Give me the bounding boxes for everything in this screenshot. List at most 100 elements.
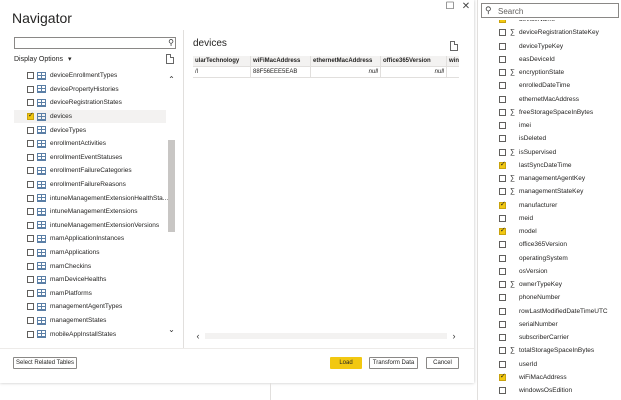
checkbox[interactable] xyxy=(499,267,506,275)
checkbox[interactable] xyxy=(27,303,34,311)
scroll-up-icon[interactable]: ⌃ xyxy=(167,75,176,84)
checkbox[interactable] xyxy=(499,175,506,183)
fields-search-input[interactable]: ⚲ Search xyxy=(481,3,619,18)
checkbox[interactable] xyxy=(27,72,34,80)
checkbox[interactable] xyxy=(499,82,506,90)
checkbox[interactable] xyxy=(27,289,34,297)
cancel-button[interactable]: Cancel xyxy=(426,357,459,369)
close-icon[interactable]: ✕ xyxy=(459,1,473,13)
checkbox[interactable] xyxy=(27,221,34,229)
tree-item[interactable]: intuneManagementExtensionVersions xyxy=(14,219,166,233)
checkbox[interactable] xyxy=(499,254,506,262)
checkbox[interactable] xyxy=(499,122,506,130)
checkbox[interactable] xyxy=(499,320,506,328)
tree-item[interactable]: mamCheckins xyxy=(14,259,166,273)
preview-document-icon[interactable] xyxy=(450,41,458,51)
checkbox[interactable] xyxy=(27,235,34,243)
tree-scrollbar[interactable]: ⌃ ⌄ xyxy=(167,69,176,341)
checkbox[interactable] xyxy=(27,99,34,107)
field-item[interactable]: office365Version xyxy=(478,238,621,251)
checkbox[interactable] xyxy=(499,55,506,63)
field-item[interactable]: phoneNumber xyxy=(478,291,621,304)
field-item[interactable]: manufacturer xyxy=(478,199,621,212)
tree-item[interactable]: enrollmentFailureCategories xyxy=(14,164,166,178)
tree-item[interactable]: mamDeviceHealths xyxy=(14,273,166,287)
checkbox[interactable] xyxy=(499,135,506,143)
tree-item[interactable]: managementStates xyxy=(14,314,166,328)
checkbox[interactable] xyxy=(499,148,506,156)
checkbox[interactable] xyxy=(499,214,506,222)
field-item[interactable]: easDeviceId xyxy=(478,53,621,66)
tree-item[interactable]: deviceTypes xyxy=(14,123,166,137)
field-item[interactable]: ∑ ownerTypeKey xyxy=(478,278,621,291)
preview-hscrollbar[interactable]: ‹ › xyxy=(193,331,459,341)
scroll-down-icon[interactable]: ⌄ xyxy=(167,325,176,334)
checkbox[interactable] xyxy=(27,181,34,189)
field-item[interactable]: osVersion xyxy=(478,265,621,278)
tree-item[interactable]: intuneManagementExtensions xyxy=(14,205,166,219)
tree-item[interactable]: enrollmentFailureReasons xyxy=(14,178,166,192)
tree-item[interactable]: deviceEnrollmentTypes xyxy=(14,69,166,83)
checkbox[interactable] xyxy=(499,69,506,77)
checkbox[interactable] xyxy=(27,111,34,121)
checkbox[interactable] xyxy=(499,200,506,209)
refresh-document-icon[interactable] xyxy=(166,54,174,64)
field-item[interactable]: ∑ encryptionState xyxy=(478,66,621,79)
tree-item[interactable]: mamPlatforms xyxy=(14,287,166,301)
checkbox[interactable] xyxy=(499,160,506,169)
checkbox[interactable] xyxy=(499,294,506,302)
checkbox[interactable] xyxy=(499,226,506,236)
field-item[interactable]: ∑ isSupervised xyxy=(478,146,621,159)
field-item[interactable]: serialNumber xyxy=(478,318,621,331)
checkbox[interactable] xyxy=(499,372,506,381)
checkbox[interactable] xyxy=(499,20,506,24)
scroll-right-icon[interactable]: › xyxy=(449,331,459,341)
checkbox[interactable] xyxy=(27,194,34,202)
field-item[interactable]: operatingSystem xyxy=(478,252,621,265)
field-item[interactable]: windowsOsEdition xyxy=(478,384,621,397)
checkbox[interactable] xyxy=(499,95,506,103)
tree-item[interactable]: mamApplicationInstances xyxy=(14,232,166,246)
field-item[interactable]: wiFiMacAddress xyxy=(478,371,621,384)
restore-icon[interactable]: ☐ xyxy=(443,1,457,13)
transform-data-button[interactable]: Transform Data xyxy=(369,357,418,369)
checkbox[interactable] xyxy=(27,262,34,270)
tree-item[interactable]: enrollmentActivities xyxy=(14,137,166,151)
field-item[interactable]: subscriberCarrier xyxy=(478,331,621,344)
field-item[interactable]: ∑ deviceRegistrationStateKey xyxy=(478,26,621,39)
checkbox[interactable] xyxy=(499,281,506,289)
checkbox[interactable] xyxy=(499,188,506,196)
checkbox[interactable] xyxy=(499,360,506,368)
tree-item[interactable]: enrollmentEventStatuses xyxy=(14,151,166,165)
checkbox[interactable] xyxy=(499,334,506,342)
select-related-tables-button[interactable]: Select Related Tables xyxy=(13,357,77,369)
checkbox[interactable] xyxy=(27,126,34,134)
checkbox[interactable] xyxy=(27,208,34,216)
load-button[interactable]: Load xyxy=(330,357,362,369)
checkbox[interactable] xyxy=(27,317,34,325)
field-item[interactable]: isDeleted xyxy=(478,132,621,145)
checkbox[interactable] xyxy=(499,42,506,50)
tree-item[interactable]: mamApplications xyxy=(14,246,166,260)
field-item[interactable]: meid xyxy=(478,212,621,225)
checkbox[interactable] xyxy=(499,307,506,315)
field-item[interactable]: rowLastModifiedDateTimeUTC xyxy=(478,305,621,318)
field-item[interactable]: enrolledDateTime xyxy=(478,79,621,92)
tree-item[interactable]: devices xyxy=(14,109,166,124)
hscroll-track[interactable] xyxy=(205,333,447,339)
field-item[interactable]: ∑ managementStateKey xyxy=(478,185,621,198)
field-item[interactable]: lastSyncDateTime xyxy=(478,159,621,172)
checkbox[interactable] xyxy=(499,387,506,395)
scroll-thumb[interactable] xyxy=(168,140,175,232)
field-item[interactable]: deviceTypeKey xyxy=(478,40,621,53)
checkbox[interactable] xyxy=(27,153,34,161)
checkbox[interactable] xyxy=(27,249,34,257)
tree-item[interactable]: mobileAppInstallStates xyxy=(14,327,166,341)
field-item[interactable]: model xyxy=(478,225,621,238)
scroll-left-icon[interactable]: ‹ xyxy=(193,331,203,341)
checkbox[interactable] xyxy=(499,347,506,355)
display-options-dropdown[interactable]: Display Options ▾ xyxy=(14,55,72,63)
checkbox[interactable] xyxy=(27,330,34,338)
checkbox[interactable] xyxy=(27,276,34,284)
checkbox[interactable] xyxy=(499,241,506,249)
